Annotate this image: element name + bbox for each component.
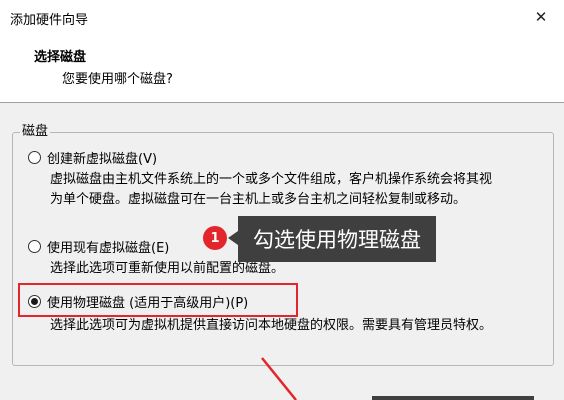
disk-group-label: 磁盘 <box>20 120 51 139</box>
bottom-callout-edge <box>372 396 534 400</box>
radio-create-new-disk-circle[interactable] <box>28 151 41 164</box>
window-title: 添加硬件向导 <box>10 13 89 28</box>
description-line: 选择此选项可为虚拟机提供直接访问本地硬盘的权限。需要具有管理员特权。 <box>50 318 493 333</box>
title-bar: 添加硬件向导 ✕ <box>0 0 564 34</box>
radio-create-new-disk-label: 创建新虚拟磁盘(V) <box>47 152 158 167</box>
description-line: 虚拟磁盘由主机文件系统上的一个或多个文件组成，客户机操作系统会将其视 <box>50 172 493 187</box>
callout-pointer <box>228 231 238 245</box>
use-physical-disk-description: 选择此选项可为虚拟机提供直接访问本地硬盘的权限。需要具有管理员特权。 <box>50 316 492 336</box>
close-button[interactable]: ✕ <box>518 0 564 34</box>
description-line: 选择此选项可重新使用以前配置的磁盘。 <box>50 261 285 276</box>
wizard-header: 选择磁盘 您要使用哪个磁盘? <box>0 34 564 103</box>
step-badge: 1 <box>203 226 227 250</box>
page-subtitle: 您要使用哪个磁盘? <box>62 72 173 87</box>
use-existing-disk-description: 选择此选项可重新使用以前配置的磁盘。 <box>50 259 284 279</box>
radio-create-new-disk[interactable]: 创建新虚拟磁盘(V) <box>28 148 157 167</box>
close-icon: ✕ <box>534 8 548 26</box>
radio-use-existing-disk-label: 使用现有虚拟磁盘(E) <box>47 241 170 256</box>
description-line: 为单个硬盘。虚拟磁盘可在一台主机上或多台主机之间轻松复制或移动。 <box>50 192 467 207</box>
radio-use-existing-disk-circle[interactable] <box>28 240 41 253</box>
page-title: 选择磁盘 <box>34 50 87 65</box>
callout-label: 勾选使用物理磁盘 <box>238 216 436 262</box>
create-new-disk-description: 虚拟磁盘由主机文件系统上的一个或多个文件组成，客户机操作系统会将其视 为单个硬盘… <box>50 170 492 210</box>
highlight-box <box>18 283 298 317</box>
radio-use-existing-disk[interactable]: 使用现有虚拟磁盘(E) <box>28 237 169 256</box>
